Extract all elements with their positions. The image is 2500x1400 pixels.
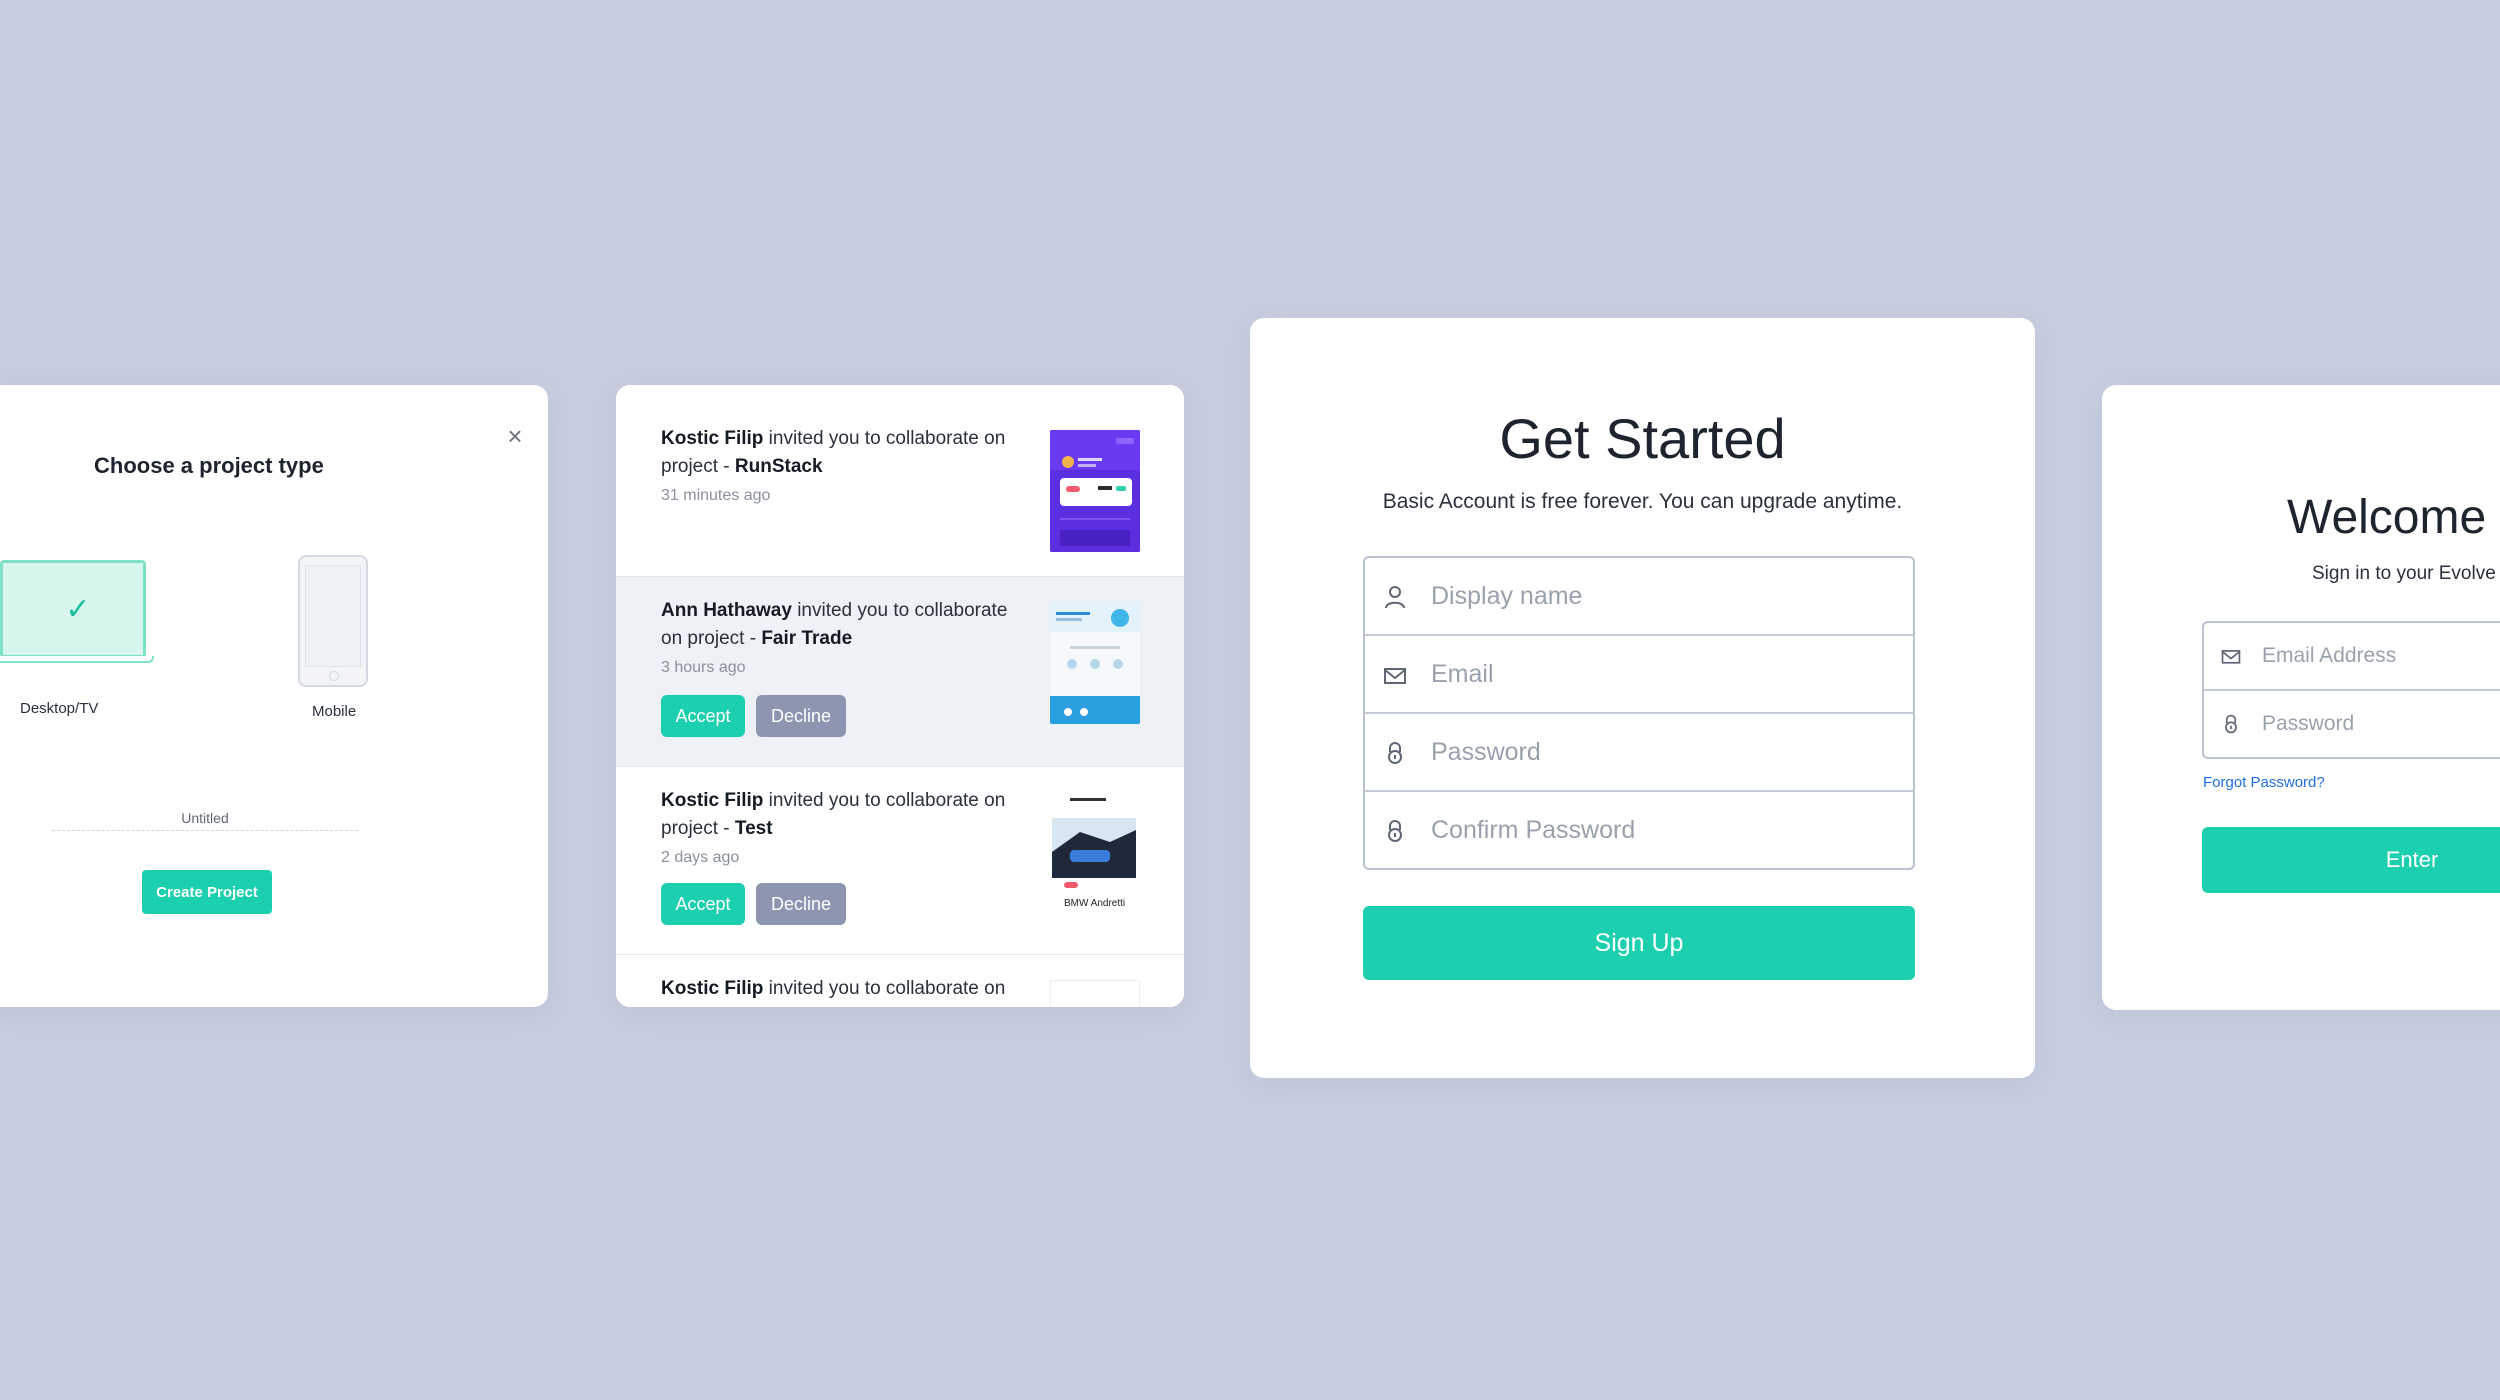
notification-message: invited you to collaborate on [763,978,1006,999]
lock-icon [1383,740,1407,766]
signup-card: Get Started Basic Account is free foreve… [1250,318,2035,1078]
signin-form [2202,621,2500,759]
user-icon [1383,584,1407,610]
thumbnail-caption: BMW Andretti [1064,898,1126,909]
signin-card: Welcome Sign in to your Evolve Forgot Pa… [2102,385,2500,1010]
close-icon[interactable]: × [500,421,530,451]
accept-button[interactable]: Accept [661,695,745,737]
project-name: Fair Trade [761,628,853,649]
project-name: Test [734,818,773,839]
email-address-field [2204,623,2500,691]
display-name-field [1365,558,1913,636]
signup-title: Get Started [1499,407,1786,470]
notification-text: Kostic Filip invited you to collaborate … [661,787,1021,843]
desktop-tv-option[interactable]: ✓ Desktop/TV [0,560,180,760]
project-thumbnail: BMW Andretti [1050,792,1140,914]
mail-icon [1383,662,1407,688]
decline-button[interactable]: Decline [756,695,846,737]
confirm-password-field [1365,792,1913,868]
project-thumbnail [1050,980,1140,1007]
invitations-card: Kostic Filip invited you to collaborate … [616,385,1184,1007]
mail-icon [2220,645,2242,667]
signup-subtitle: Basic Account is free forever. You can u… [1382,490,1903,513]
project-type-title: Choose a project type [94,453,324,478]
password-input[interactable] [1431,714,1901,790]
phone-home-button [329,671,339,681]
notification-text: Kostic Filip invited you to collaborate … [661,425,1021,481]
email-input[interactable] [1431,636,1901,712]
desktop-tv-label: Desktop/TV [20,700,99,717]
notification-item[interactable]: Ann Hathaway invited you to collaborate … [616,577,1184,767]
desktop-base [0,656,154,663]
accept-button[interactable]: Accept [661,883,745,925]
welcome-subtitle: Sign in to your Evolve [2312,563,2496,584]
inviter-name: Kostic Filip [661,428,764,449]
decline-button[interactable]: Decline [756,883,846,925]
lock-icon [2220,713,2242,735]
forgot-password-link[interactable]: Forgot Password? [2203,774,2325,791]
notification-item[interactable]: Kostic Filip invited you to collaborate … [616,767,1184,955]
notification-text: Kostic Filip invited you to collaborate … [661,975,1021,1003]
notification-time: 2 days ago [661,849,740,866]
signup-form [1363,556,1915,870]
mobile-label: Mobile [312,703,357,720]
project-type-card: × Choose a project type ✓ Desktop/TV Mob… [0,385,548,1007]
email-address-input[interactable] [2262,623,2500,689]
phone-screen [305,565,361,667]
welcome-title: Welcome [2287,491,2487,544]
project-thumbnail [1050,430,1140,552]
signin-password-field [2204,691,2500,757]
sign-up-button[interactable]: Sign Up [1363,906,1915,980]
enter-button[interactable]: Enter [2202,827,2500,893]
notification-item[interactable]: Kostic Filip invited you to collaborate … [616,955,1184,1007]
project-name-input[interactable] [52,805,358,831]
notification-time: 3 hours ago [661,659,746,676]
notification-item[interactable]: Kostic Filip invited you to collaborate … [616,385,1184,577]
check-icon: ✓ [65,593,91,626]
password-field [1365,714,1913,792]
project-thumbnail [1050,602,1140,724]
inviter-name: Kostic Filip [661,978,764,999]
create-project-button[interactable]: Create Project [142,870,272,914]
inviter-name: Kostic Filip [661,790,764,811]
email-field [1365,636,1913,714]
mobile-icon [298,555,368,687]
notification-time: 31 minutes ago [661,487,771,504]
display-name-input[interactable] [1431,558,1901,634]
inviter-name: Ann Hathaway [661,600,792,621]
signin-password-input[interactable] [2262,691,2500,757]
confirm-password-input[interactable] [1431,792,1901,868]
lock-icon [1383,818,1407,844]
notification-text: Ann Hathaway invited you to collaborate … [661,597,1021,653]
mobile-option[interactable]: Mobile [280,555,400,755]
project-name: RunStack [734,456,823,477]
